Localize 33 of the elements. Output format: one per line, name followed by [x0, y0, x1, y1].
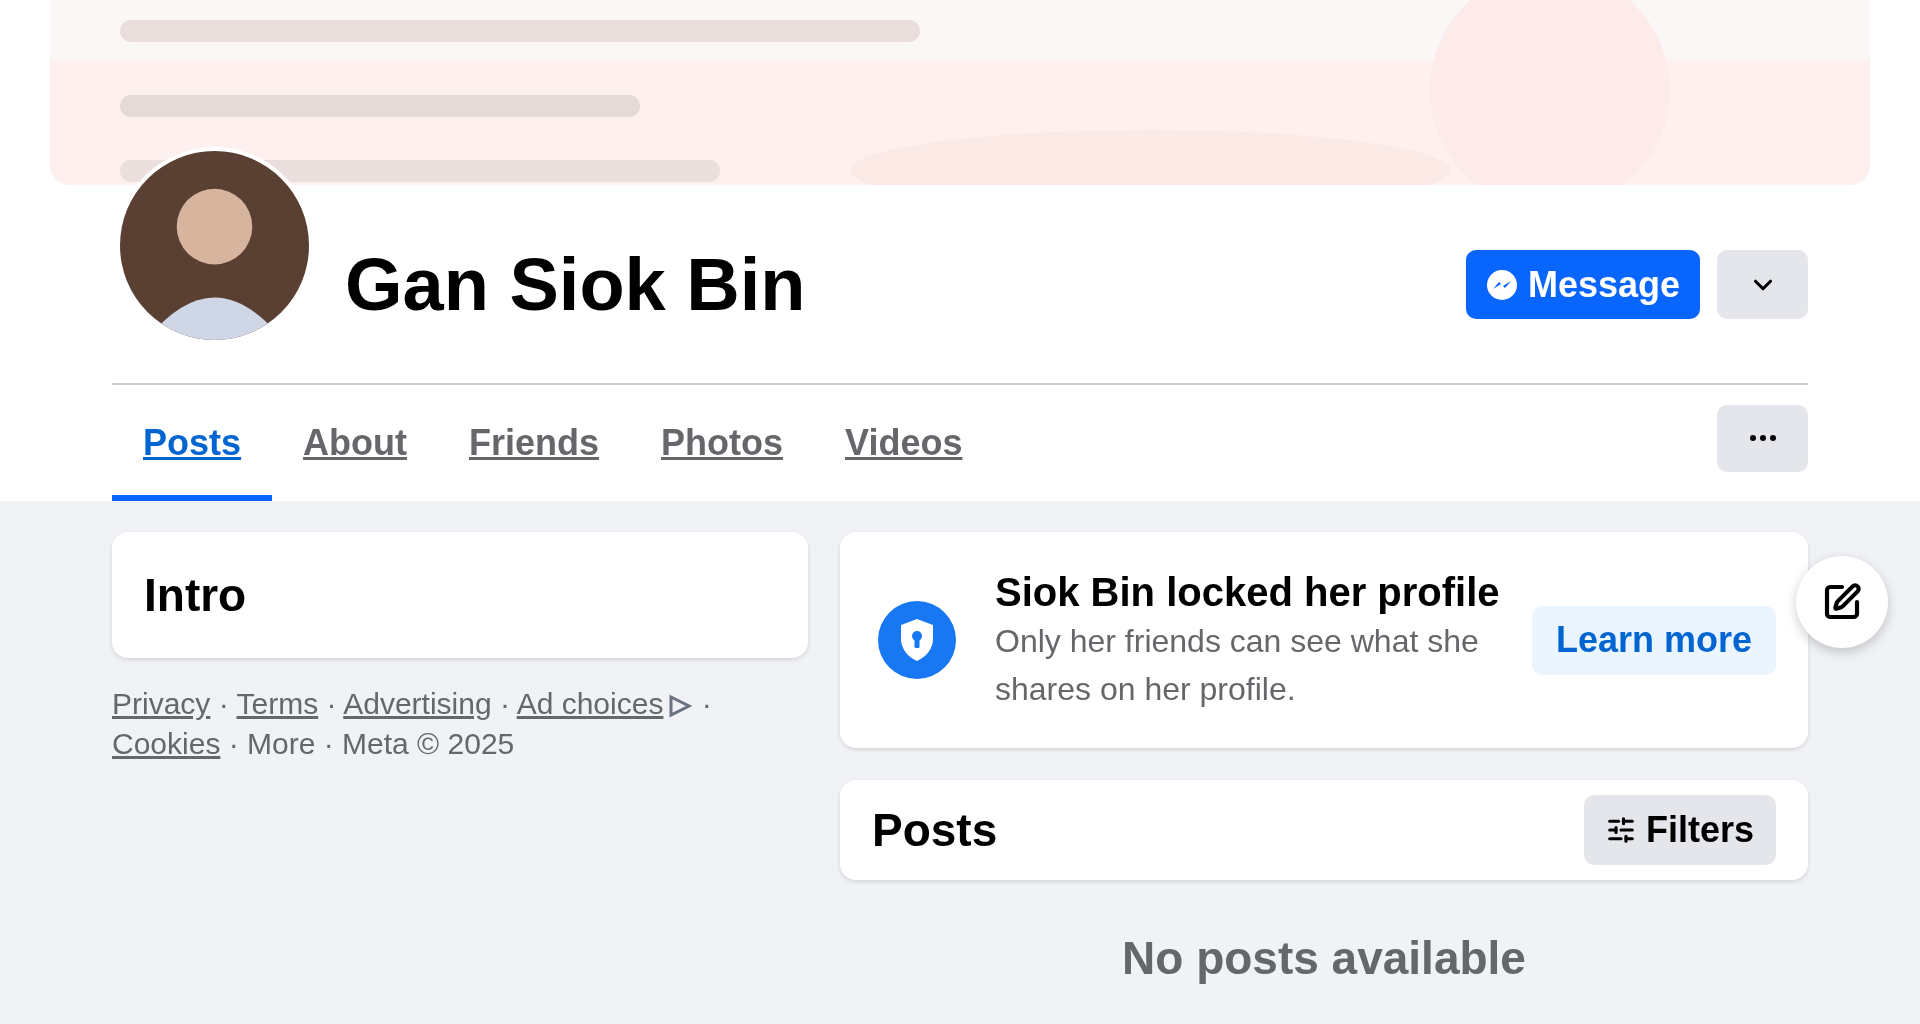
filters-icon	[1605, 815, 1636, 845]
locked-description: Only her friends can see what she shares on her profile.	[995, 622, 1480, 709]
footer-text: · More · Meta © 2025	[228, 727, 515, 760]
footer-link[interactable]: Privacy	[112, 687, 211, 720]
edit-button[interactable]	[1796, 556, 1888, 648]
footer-link[interactable]: Advertising	[343, 687, 492, 720]
locked-title: Siok Bin locked her profile	[995, 569, 1501, 616]
filters-button[interactable]: Filters	[1583, 795, 1776, 865]
profile-name: Gan Siok Bin	[345, 247, 806, 322]
profile-tab[interactable]: Friends	[438, 385, 631, 501]
empty-posts-message: No posts available	[1121, 931, 1527, 986]
footer-link[interactable]: Terms	[236, 687, 319, 720]
profile-tab[interactable]: Photos	[630, 385, 815, 501]
profile-tab[interactable]: Posts	[112, 385, 273, 501]
footer-link[interactable]: Cookies	[112, 727, 221, 760]
edit-icon	[1822, 582, 1862, 622]
learn-more-button[interactable]: Learn more	[1531, 605, 1776, 675]
footer-link[interactable]: Ad choices	[516, 687, 664, 720]
footer-text: ·	[701, 687, 712, 720]
posts-title: Posts	[872, 802, 998, 858]
message-button[interactable]: Message	[1465, 250, 1700, 319]
profile-tab[interactable]: Videos	[814, 385, 994, 501]
more-button[interactable]	[1717, 404, 1808, 472]
dropdown-button[interactable]	[1717, 250, 1808, 319]
profile-tab[interactable]: About	[272, 385, 438, 501]
ad-choices-icon	[667, 693, 694, 720]
more-icon	[1749, 435, 1776, 441]
shield-lock-icon	[878, 601, 956, 679]
footer-text: ·	[326, 687, 337, 720]
footer-text: ·	[218, 687, 229, 720]
footer-text: ·	[499, 687, 510, 720]
intro-title: Intro	[144, 567, 247, 623]
messenger-icon	[1485, 268, 1518, 301]
